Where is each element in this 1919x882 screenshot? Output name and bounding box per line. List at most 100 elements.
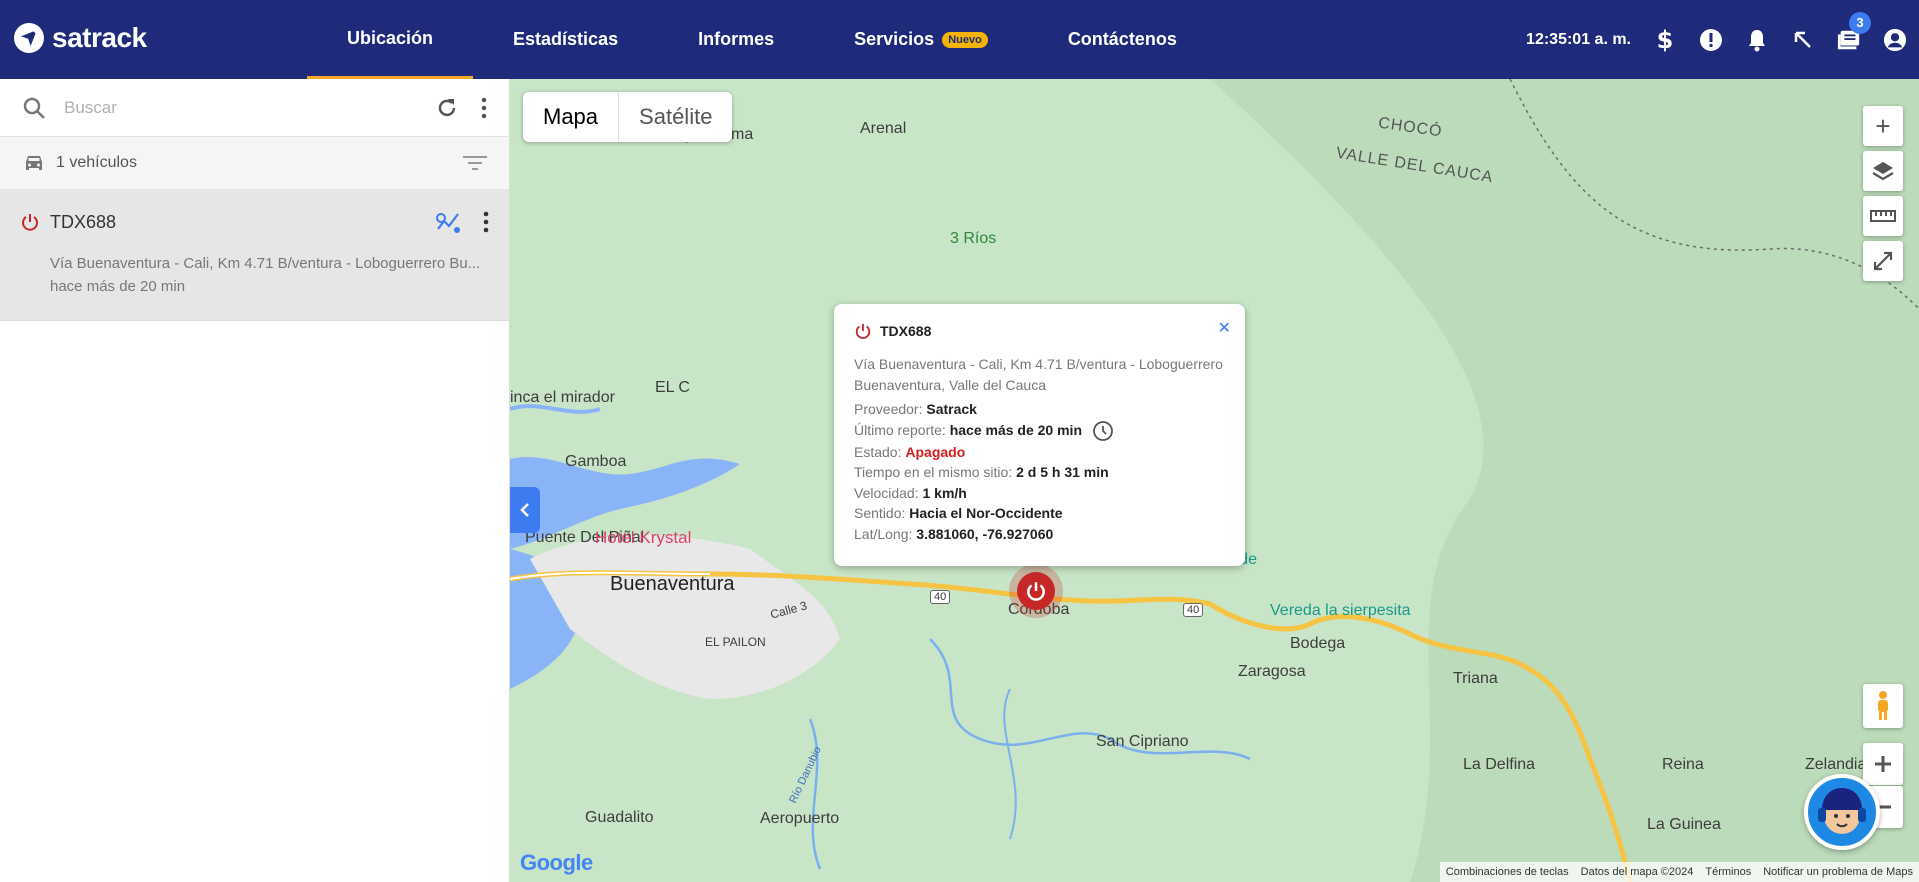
power-off-icon: [855, 323, 871, 339]
nav-informes[interactable]: Informes: [658, 0, 814, 79]
search-bar: [0, 79, 509, 137]
bell-icon[interactable]: [1745, 28, 1769, 52]
clock-icon: [1093, 420, 1113, 441]
account-icon[interactable]: [1883, 28, 1907, 52]
field-value: Apagado: [905, 443, 966, 460]
header-tools: 12:35:01 a. m. $ 3: [1526, 0, 1907, 79]
popup-latlong: Lat/Long: 3.881060, -76.927060: [854, 524, 1225, 545]
dollar-icon[interactable]: $: [1653, 27, 1677, 53]
nav-contactenos[interactable]: Contáctenos: [1028, 0, 1217, 79]
nav-label: Estadísticas: [513, 29, 619, 49]
street-view-icon[interactable]: [1863, 684, 1903, 728]
field-label: Último reporte:: [854, 422, 946, 439]
nav-estadisticas[interactable]: Estadísticas: [473, 0, 658, 79]
map-label: Vereda la sierpesita: [1270, 602, 1411, 619]
route-icon[interactable]: [435, 209, 463, 235]
ruler-icon[interactable]: [1863, 196, 1903, 236]
field-label: Velocidad:: [854, 484, 919, 501]
search-input[interactable]: [64, 97, 435, 118]
vehicle-info-popup: ✕ TDX688 Vía Buenaventura - Cali, Km 4.7…: [834, 304, 1245, 566]
arrow-up-left-icon[interactable]: [1791, 28, 1815, 52]
map-attribution: Combinaciones de teclas Datos del mapa ©…: [1439, 862, 1919, 882]
attribution-report[interactable]: Notificar un problema de Maps: [1763, 866, 1913, 878]
map-label: Arenal: [860, 120, 907, 137]
route-shield: 40: [1183, 603, 1204, 617]
field-label: Lat/Long:: [854, 525, 913, 542]
alert-icon[interactable]: [1699, 28, 1723, 52]
collapse-sidebar-button[interactable]: [510, 487, 540, 533]
chevron-left-icon: [520, 503, 529, 517]
field-label: Proveedor:: [854, 401, 923, 417]
map-label: EL C: [655, 379, 690, 396]
vehicle-count-bar: 1 vehículos: [0, 137, 509, 189]
svg-text:$: $: [1657, 27, 1674, 53]
top-bar: satrack Ubicación Estadísticas Informes …: [0, 0, 1919, 79]
assistant-avatar-icon: [1818, 788, 1866, 834]
map-label: Aeropuerto: [760, 810, 840, 827]
clock: 12:35:01 a. m.: [1526, 30, 1631, 48]
map-label: Zaragosa: [1238, 663, 1306, 680]
inbox-icon[interactable]: 3: [1837, 11, 1871, 52]
map-label: EL PAILON: [705, 635, 766, 649]
refresh-icon[interactable]: [435, 96, 459, 120]
map-label: Bodega: [1290, 635, 1346, 652]
layers-icon[interactable]: [1863, 151, 1903, 191]
add-icon[interactable]: +: [1863, 106, 1903, 146]
popup-state: Estado: Apagado: [854, 442, 1225, 463]
field-value: 1 km/h: [922, 484, 967, 501]
search-icon: [23, 97, 45, 119]
more-vert-icon[interactable]: [481, 97, 487, 119]
vehicle-last-seen: hace más de 20 min: [50, 278, 186, 295]
new-badge: Nuevo: [942, 31, 988, 48]
map-canvas[interactable]: Bajo Calima Arenal CHOCÓ VALLE DEL CAUCA…: [510, 79, 1919, 882]
field-value: hace más de 20 min: [949, 422, 1082, 439]
attribution-terms[interactable]: Términos: [1705, 866, 1751, 878]
popup-address: Vía Buenaventura - Cali, Km 4.71 B/ventu…: [854, 356, 1223, 393]
field-label: Estado:: [854, 443, 902, 460]
popup-plate: TDX688: [880, 323, 932, 339]
vehicle-more-icon[interactable]: [483, 211, 489, 233]
map-label: 3 Ríos: [950, 230, 997, 247]
map-label: Gamboa: [565, 453, 627, 470]
map-label: La Delfina: [1463, 756, 1536, 773]
popup-direction: Sentido: Hacia el Nor-Occidente: [854, 503, 1225, 524]
attribution-data: Datos del mapa ©2024: [1580, 866, 1694, 878]
google-logo: Google: [520, 850, 593, 875]
map-type-map[interactable]: Mapa: [523, 92, 620, 142]
nav-servicios[interactable]: Servicios Nuevo: [814, 0, 1028, 79]
assistant-bot-button[interactable]: [1804, 774, 1880, 850]
brand-logo[interactable]: satrack: [14, 22, 147, 54]
nav-ubicacion[interactable]: Ubicación: [307, 0, 474, 79]
map-label: Zelandia: [1805, 756, 1867, 773]
nav-label: Servicios: [854, 29, 935, 49]
field-label: Sentido:: [854, 505, 906, 521]
vehicle-marker[interactable]: [1017, 572, 1055, 610]
satrack-logo-icon: [14, 23, 44, 53]
field-label: Tiempo en el mismo sitio:: [854, 464, 1013, 480]
route-shield: 40: [930, 590, 951, 604]
map-label: Buenaventura: [610, 573, 735, 595]
popup-last-report: Último reporte: hace más de 20 min: [854, 420, 1225, 442]
nav-label: Ubicación: [347, 27, 434, 48]
car-icon: [26, 156, 42, 170]
vehicle-count: 1 vehículos: [56, 154, 137, 171]
field-value: 2 d 5 h 31 min: [1016, 464, 1109, 480]
map-label: Hotel Krystal: [595, 528, 692, 547]
close-icon[interactable]: ✕: [1218, 318, 1231, 338]
fullscreen-icon[interactable]: [1863, 241, 1903, 281]
map-label: Reina: [1662, 756, 1704, 773]
popup-title: TDX688: [854, 322, 1225, 340]
nav-label: Contáctenos: [1067, 29, 1177, 49]
filter-icon[interactable]: [463, 154, 487, 172]
power-off-icon: [1027, 582, 1045, 601]
map-label: Triana: [1453, 670, 1498, 687]
map-type-satellite[interactable]: Satélite: [619, 92, 732, 142]
popup-speed: Velocidad: 1 km/h: [854, 483, 1225, 504]
map-label: San Cipriano: [1096, 733, 1189, 750]
vehicle-list-item[interactable]: TDX688 Vía Buenaventura - Cali, Km 4.71 …: [0, 189, 509, 321]
attribution-shortcuts[interactable]: Combinaciones de teclas: [1446, 866, 1569, 878]
notification-count: 3: [1849, 11, 1871, 34]
brand-name: satrack: [52, 22, 147, 53]
vehicle-address: Vía Buenaventura - Cali, Km 4.71 B/ventu…: [50, 255, 481, 272]
field-value: Satrack: [926, 401, 977, 417]
